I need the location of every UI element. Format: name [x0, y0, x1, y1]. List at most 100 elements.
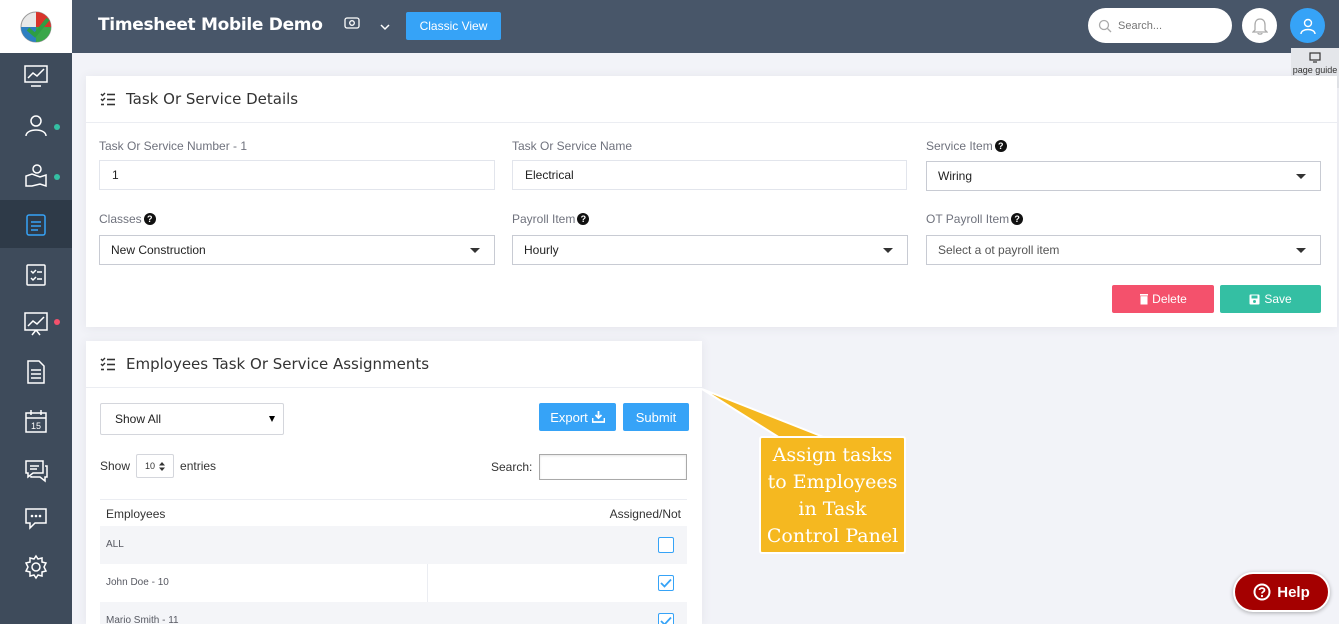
app-logo[interactable] — [0, 0, 72, 53]
sidebar-item-checklist[interactable] — [0, 250, 72, 298]
app-title: Timesheet Mobile Demo — [98, 15, 323, 35]
question-circle-icon — [1253, 583, 1271, 601]
settings-gear-icon — [24, 554, 48, 580]
sidebar-item-messages[interactable] — [0, 446, 72, 494]
task-number-field[interactable]: 1 — [99, 160, 495, 190]
show-label: Show — [100, 459, 131, 473]
filter-select[interactable]: Show All — [100, 403, 284, 435]
task-details-title: Task Or Service Details — [126, 90, 299, 108]
employee-name: ALL — [106, 539, 124, 550]
employees-table: Employees Assigned/Not ALL John Doe - 10… — [100, 499, 687, 624]
sidebar-item-tasks[interactable] — [0, 200, 72, 248]
checkmark-icon — [660, 578, 672, 588]
logo-icon — [20, 11, 52, 42]
assignments-header: Employees Task Or Service Assignments — [86, 341, 702, 388]
ot-payroll-placeholder: Select a ot payroll item — [938, 243, 1060, 257]
payroll-item-value: Hourly — [524, 243, 559, 257]
sidebar-item-reports[interactable] — [0, 299, 72, 347]
entries-value: 10 — [145, 461, 156, 471]
delete-button[interactable]: Delete — [1112, 285, 1214, 313]
task-name-label-text: Task Or Service Name — [512, 139, 633, 153]
classes-value: New Construction — [111, 243, 206, 257]
top-header: Timesheet Mobile Demo Classic View — [72, 0, 1339, 53]
service-item-value: Wiring — [938, 169, 973, 183]
assignments-title: Employees Task Or Service Assignments — [126, 355, 430, 373]
entries-select[interactable]: 10 — [136, 454, 175, 478]
service-item-label-text: Service Item — [926, 139, 993, 153]
service-item-select[interactable]: Wiring — [926, 161, 1321, 191]
reports-chart-icon — [24, 312, 48, 336]
classic-view-button[interactable]: Classic View — [406, 12, 501, 40]
search-input[interactable] — [1118, 19, 1218, 32]
task-name-field[interactable]: Electrical — [512, 160, 907, 190]
classes-label-text: Classes — [99, 212, 142, 226]
classes-label: Classes? — [99, 212, 156, 226]
dropdown-caret-icon — [1296, 174, 1306, 179]
chevron-down-icon[interactable] — [380, 20, 390, 34]
entries-label: entries — [180, 459, 217, 473]
payroll-item-label-text: Payroll Item — [512, 212, 576, 226]
notifications-button[interactable] — [1242, 8, 1277, 43]
chat-bubble-icon — [25, 508, 47, 530]
payroll-item-select[interactable]: Hourly — [512, 235, 908, 265]
sidebar-item-documents[interactable] — [0, 348, 72, 396]
help-button[interactable]: Help — [1233, 572, 1330, 612]
sidebar-item-map[interactable] — [0, 151, 72, 199]
calendar-day: 15 — [31, 421, 41, 431]
task-name-label: Task Or Service Name — [512, 139, 632, 153]
entries-control: Show 10 entries — [100, 454, 216, 478]
ot-payroll-select[interactable]: Select a ot payroll item — [926, 235, 1321, 265]
monitor-icon — [1309, 52, 1321, 63]
submit-button[interactable]: Submit — [623, 403, 689, 431]
checkmark-icon — [660, 616, 672, 624]
save-label: Save — [1264, 292, 1292, 306]
status-dot — [54, 319, 60, 325]
table-search-input[interactable] — [539, 454, 687, 480]
table-search-label: Search: — [491, 460, 533, 474]
classes-select[interactable]: New Construction — [99, 235, 495, 265]
users-icon — [25, 115, 47, 137]
filter-value: Show All — [115, 412, 162, 426]
sidebar-item-users[interactable] — [0, 101, 72, 149]
employee-name: John Doe - 10 — [106, 577, 169, 588]
user-icon — [1299, 18, 1316, 34]
sidebar-item-chat[interactable] — [0, 494, 72, 542]
column-header-employees[interactable]: Employees — [106, 507, 165, 521]
table-row: ALL — [100, 526, 687, 564]
money-icon[interactable] — [344, 17, 360, 32]
table-row: John Doe - 10 — [100, 564, 687, 602]
help-question-icon[interactable]: ? — [994, 140, 1007, 152]
payroll-item-label: Payroll Item? — [512, 212, 590, 226]
user-profile-button[interactable] — [1290, 8, 1325, 43]
help-question-icon[interactable]: ? — [1011, 213, 1024, 225]
floppy-disk-icon — [1249, 294, 1260, 304]
service-item-label: Service Item? — [926, 139, 1007, 153]
help-label: Help — [1277, 583, 1310, 601]
table-header: Employees Assigned/Not — [100, 499, 687, 526]
calendar-icon: 15 — [25, 410, 47, 433]
ot-payroll-label-text: OT Payroll Item — [926, 212, 1010, 226]
sidebar-item-settings[interactable] — [0, 543, 72, 591]
assign-checkbox[interactable] — [658, 537, 674, 553]
messages-icon — [25, 460, 48, 483]
sidebar: 15 — [0, 0, 72, 624]
employee-name: Mario Smith - 11 — [106, 615, 179, 624]
ot-payroll-label: OT Payroll Item? — [926, 212, 1024, 226]
save-button[interactable]: Save — [1220, 285, 1321, 313]
global-search[interactable] — [1088, 8, 1232, 43]
sort-arrows-icon — [159, 461, 166, 471]
assign-checkbox[interactable] — [658, 613, 674, 624]
trash-icon — [1140, 294, 1149, 305]
export-button[interactable]: Export — [539, 403, 616, 431]
sidebar-item-dashboard[interactable] — [0, 52, 72, 100]
task-number-label: Task Or Service Number - 1 — [99, 139, 247, 153]
help-question-icon[interactable]: ? — [143, 213, 156, 225]
sidebar-item-calendar[interactable]: 15 — [0, 397, 72, 445]
map-location-icon — [25, 164, 47, 188]
assign-checkbox[interactable] — [658, 575, 674, 591]
task-details-header: Task Or Service Details — [86, 76, 1337, 123]
assignments-card: Employees Task Or Service Assignments Sh… — [86, 341, 702, 624]
column-header-assigned[interactable]: Assigned/Not — [610, 507, 681, 521]
tooltip-callout: Assign tasks to Employees in Task Contro… — [759, 436, 906, 554]
help-question-icon[interactable]: ? — [577, 213, 590, 225]
